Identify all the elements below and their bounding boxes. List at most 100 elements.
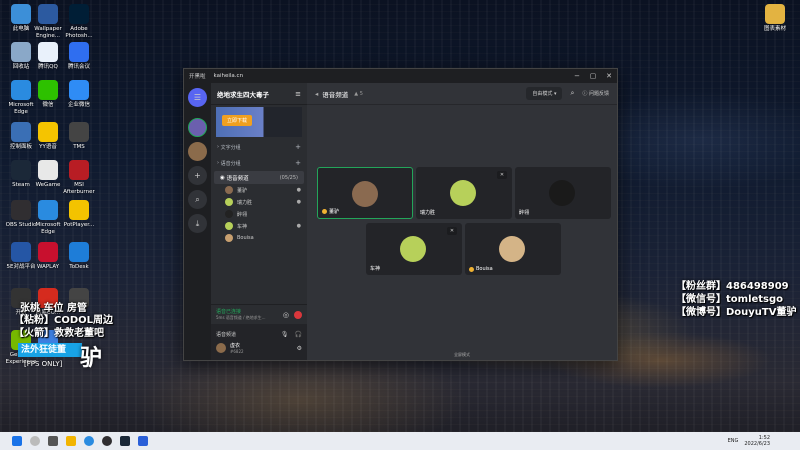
explorer-icon[interactable]	[66, 436, 76, 446]
desktop-icon-label: MSI Afterburner	[63, 182, 95, 195]
server-header[interactable]: 绝地求生四大毒子 ≡	[211, 83, 307, 105]
headset-icon[interactable]: 🎧	[295, 331, 302, 338]
member-item[interactable]: 车神 ●	[211, 220, 307, 232]
desktop-icon[interactable]: 微信	[31, 80, 65, 109]
avatar	[225, 222, 233, 230]
fullscreen-handle[interactable]: 全屏模式	[454, 352, 470, 358]
app-icon	[11, 42, 31, 62]
member-item[interactable]: 瑞力胜 ●	[211, 196, 307, 208]
app-icon	[11, 160, 31, 180]
participant-tile[interactable]: Bouisa	[465, 223, 561, 275]
add-server-icon[interactable]: +	[188, 166, 207, 185]
avatar[interactable]	[216, 343, 226, 353]
mic-icon[interactable]: 🎙	[281, 331, 289, 338]
crown-icon	[322, 209, 327, 214]
mic-icon: ●	[296, 199, 301, 205]
download-icon[interactable]: ⤓	[188, 214, 207, 233]
member-item[interactable]: 醉翎	[211, 208, 307, 220]
settings-icon[interactable]: ◎	[283, 311, 289, 319]
menu-icon[interactable]: ≡	[295, 90, 301, 98]
desktop-icon-folder[interactable]: 图表素材	[758, 4, 792, 33]
voice-channel-item[interactable]: ◉ 语音频道 (05/25)	[214, 171, 304, 184]
participant-name: 车神	[370, 266, 381, 272]
search-icon[interactable]: ⌕	[188, 190, 207, 209]
desktop-icon-label: 企业微信	[67, 102, 90, 108]
app-icon	[69, 160, 89, 180]
desktop-icon-label: 腾讯会议	[67, 64, 90, 70]
desktop-icon-label: 微信	[42, 102, 54, 108]
language-indicator[interactable]: ENG	[728, 438, 739, 444]
home-icon[interactable]: ☰	[188, 88, 207, 107]
app-icon	[69, 122, 89, 142]
steam-icon[interactable]	[120, 436, 130, 446]
download-button[interactable]: 立即下载	[222, 115, 253, 126]
desktop-icon-label: YY语音	[39, 144, 57, 150]
obs-icon[interactable]	[102, 436, 112, 446]
close-button[interactable]: ✕	[601, 72, 617, 80]
voice-main: ◂ 语音频道 ▲ 5 自由模式 ▾ ⌕ ⓘ 问题反馈 董驴 ✕ 瑞力胜 醉翎 ✕ 车神 Bo…	[307, 83, 617, 360]
member-item[interactable]: 董驴 ●	[211, 184, 307, 196]
desktop-icon[interactable]: WeGame	[31, 160, 65, 189]
desktop-icon[interactable]: 腾讯QQ	[31, 42, 65, 71]
desktop-icon-label: Microsoft Edge	[35, 222, 61, 235]
desktop-icon-label: PotPlayer...	[63, 222, 95, 228]
voice-channel-label: 语音频道	[216, 331, 237, 338]
member-item[interactable]: Bouisa	[211, 232, 307, 244]
desktop-icon[interactable]: Microsoft Edge	[31, 200, 65, 236]
voice-sub: 5ms 语音频道 / 绝地求生...	[216, 314, 266, 320]
desktop-icon[interactable]: TMS	[62, 122, 96, 151]
participant-tile[interactable]: ✕ 车神	[366, 223, 462, 275]
taskview-icon[interactable]	[48, 436, 58, 446]
category-voice[interactable]: › 语音分组 +	[211, 155, 307, 171]
desktop-icon[interactable]: MSI Afterburner	[62, 160, 96, 196]
app-icon	[38, 200, 58, 220]
overlay-left-2: 【火箭】救救老董吧	[14, 328, 104, 339]
desktop-icon[interactable]: Wallpaper Engine...	[31, 4, 65, 40]
start-icon[interactable]	[12, 436, 22, 446]
desktop-icon-label: Wallpaper Engine...	[34, 26, 62, 39]
app-icon	[69, 42, 89, 62]
desktop-icon[interactable]: YY语音	[31, 122, 65, 151]
server-icon-active[interactable]	[188, 118, 207, 137]
channel-sidebar: 绝地求生四大毒子 ≡ 立即下载 › 文字分组 + › 语音分组 + ◉ 语音频道…	[211, 83, 307, 360]
title-bar[interactable]: 开黑啦 kaiheila.cn − ▢ ✕	[184, 69, 617, 83]
clock[interactable]: 1:52 2022/6/23	[744, 435, 770, 447]
add-channel-icon[interactable]: +	[295, 159, 301, 167]
participant-tile[interactable]: ✕ 瑞力胜	[416, 167, 512, 219]
app-icon	[38, 4, 58, 24]
search-icon[interactable]	[30, 436, 40, 446]
participant-name: 瑞力胜	[420, 210, 436, 216]
overlay-right-3: 【微博号】DouyuTV董驴	[676, 307, 797, 318]
app-icon	[69, 4, 89, 24]
participant-name: 董驴	[322, 208, 339, 215]
app-icon	[11, 242, 31, 262]
overlay-big-char: 驴	[80, 346, 103, 371]
desktop-icon[interactable]: PotPlayer...	[62, 200, 96, 229]
kaiheila-icon[interactable]	[138, 436, 148, 446]
desktop-icon-label: 腾讯QQ	[38, 64, 58, 70]
maximize-button[interactable]: ▢	[585, 72, 601, 80]
desktop-icon[interactable]: WAPLAY	[31, 242, 65, 271]
user-id: #6822	[230, 349, 244, 354]
kaiheila-window[interactable]: 开黑啦 kaiheila.cn − ▢ ✕ ☰ + ⌕ ⤓ 绝地求生四大毒子 ≡…	[183, 68, 618, 361]
app-icon	[38, 242, 58, 262]
gear-icon[interactable]: ⚙	[297, 345, 302, 352]
participant-avatar	[352, 181, 378, 207]
category-text[interactable]: › 文字分组 +	[211, 139, 307, 155]
participant-tile[interactable]: 醉翎	[515, 167, 611, 219]
disconnect-icon[interactable]	[294, 310, 302, 319]
app-name: 开黑啦	[189, 74, 206, 80]
participant-tile[interactable]: 董驴	[317, 167, 413, 219]
app-icon	[11, 4, 31, 24]
desktop-icon[interactable]: Adobe Photosh...	[62, 4, 96, 40]
participant-avatar	[450, 180, 476, 206]
edge-icon[interactable]	[84, 436, 94, 446]
minimize-button[interactable]: −	[569, 72, 585, 80]
desktop-icon[interactable]: ToDesk	[62, 242, 96, 271]
server-icon-avatar[interactable]	[188, 142, 207, 161]
desktop-icon[interactable]: 企业微信	[62, 80, 96, 109]
avatar	[225, 186, 233, 194]
avatar	[225, 234, 233, 242]
desktop-icon[interactable]: 腾讯会议	[62, 42, 96, 71]
add-channel-icon[interactable]: +	[295, 143, 301, 151]
